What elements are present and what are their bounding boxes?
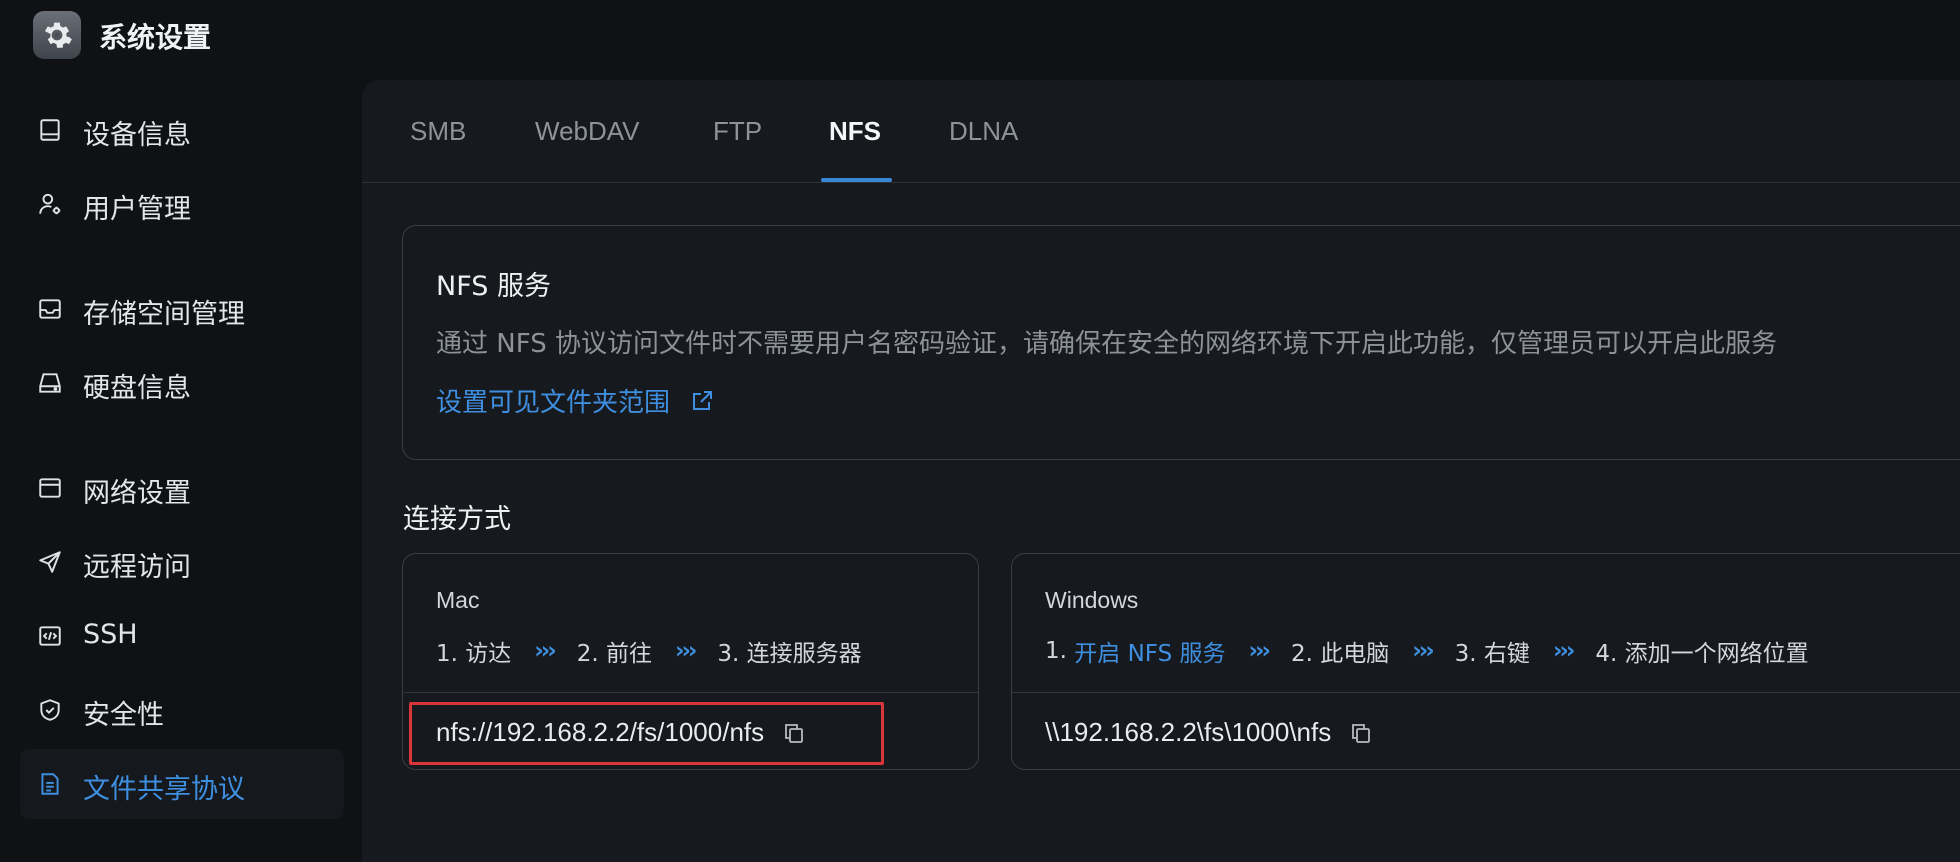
tab-ftp[interactable]: FTP: [713, 116, 762, 147]
sidebar-item-label: SSH: [83, 619, 138, 650]
code-icon: [36, 622, 64, 650]
chevrons-right-icon: ›››: [1552, 638, 1576, 664]
sidebar-item-label: 设备信息: [83, 120, 191, 151]
card-divider: [403, 692, 978, 693]
mac-os-label: Mac: [436, 587, 480, 613]
storage-icon: [36, 295, 64, 323]
mac-step: 1. 访达: [436, 641, 512, 667]
sidebar-item-device-info[interactable]: 设备信息: [20, 95, 344, 165]
tab-dlna[interactable]: DLNA: [949, 116, 1018, 147]
enable-nfs-link[interactable]: 开启 NFS 服务: [1074, 634, 1225, 668]
service-description: 通过 NFS 协议访问文件时不需要用户名密码验证，请确保在安全的网络环境下开启此…: [436, 329, 1777, 359]
network-icon: [36, 474, 64, 502]
visible-folders-link-label: 设置可见文件夹范围: [436, 388, 671, 418]
windows-step: 3. 右键: [1454, 641, 1530, 667]
sidebar-item-label: 用户管理: [83, 194, 191, 225]
windows-connection-card: Windows 1. 开启 NFS 服务 ››› 2. 此电脑 ››› 3. 右…: [1011, 553, 1960, 770]
windows-steps: 1. 开启 NFS 服务 ››› 2. 此电脑 ››› 3. 右键 ››› 4.…: [1045, 634, 1809, 668]
sidebar-item-label: 硬盘信息: [83, 373, 191, 404]
windows-step: 2. 此电脑: [1290, 641, 1390, 667]
sidebar-item-label: 网络设置: [83, 478, 191, 509]
sidebar-item-label: 文件共享协议: [83, 774, 245, 805]
sidebar-item-user-management[interactable]: 用户管理: [20, 169, 344, 239]
sidebar: 设备信息 用户管理 存储空间管理 硬盘信息 网络设置 远程访问 SSH 安全性 …: [0, 68, 360, 862]
card-divider: [1012, 692, 1960, 693]
chevrons-right-icon: ›››: [674, 638, 698, 664]
send-icon: [36, 548, 64, 576]
visible-folders-link[interactable]: 设置可见文件夹范围: [436, 382, 714, 419]
chevrons-right-icon: ›››: [1248, 638, 1272, 664]
sidebar-item-file-sharing[interactable]: 文件共享协议: [20, 749, 344, 819]
external-link-icon: [690, 389, 714, 413]
windows-os-label: Windows: [1045, 587, 1139, 613]
document-icon: [36, 770, 64, 798]
device-icon: [36, 116, 64, 144]
service-title: NFS 服务: [436, 271, 551, 302]
sidebar-item-remote-access[interactable]: 远程访问: [20, 527, 344, 597]
sidebar-item-label: 安全性: [83, 700, 164, 731]
sidebar-item-network[interactable]: 网络设置: [20, 453, 344, 523]
title-bar: 系统设置: [0, 0, 1960, 68]
sidebar-item-ssh[interactable]: SSH: [20, 601, 344, 671]
app-title: 系统设置: [99, 21, 212, 54]
mac-steps: 1. 访达 ››› 2. 前往 ››› 3. 连接服务器: [436, 634, 862, 668]
sidebar-item-security[interactable]: 安全性: [20, 675, 344, 745]
copy-icon[interactable]: [1349, 721, 1373, 745]
mac-step: 2. 前往: [576, 641, 652, 667]
tab-nfs[interactable]: NFS: [829, 116, 881, 147]
annotation-highlight-box: [409, 702, 884, 765]
tab-smb[interactable]: SMB: [410, 116, 466, 147]
chevrons-right-icon: ›››: [534, 638, 557, 664]
active-tab-indicator: [821, 178, 892, 182]
shield-icon: [36, 696, 64, 724]
mac-step: 3. 连接服务器: [717, 641, 862, 667]
sidebar-item-label: 存储空间管理: [83, 299, 245, 330]
sidebar-item-label: 远程访问: [83, 552, 191, 583]
connection-section-title: 连接方式: [403, 504, 511, 535]
windows-step: 4. 添加一个网络位置: [1595, 641, 1809, 667]
protocol-tabs: SMB WebDAV FTP NFS DLNA: [362, 80, 1960, 183]
sidebar-item-disk-info[interactable]: 硬盘信息: [20, 348, 344, 418]
windows-step-prefix: 1.: [1045, 638, 1075, 664]
chevrons-right-icon: ›››: [1412, 638, 1435, 664]
tab-webdav[interactable]: WebDAV: [535, 116, 640, 147]
user-settings-icon: [36, 190, 64, 218]
nfs-service-card: NFS 服务 通过 NFS 协议访问文件时不需要用户名密码验证，请确保在安全的网…: [402, 225, 1960, 460]
gear-icon: [33, 11, 81, 59]
windows-address: \\192.168.2.2\fs\1000\nfs: [1045, 717, 1373, 748]
windows-address-text: \\192.168.2.2\fs\1000\nfs: [1045, 717, 1332, 747]
disk-icon: [36, 369, 64, 397]
sidebar-item-storage[interactable]: 存储空间管理: [20, 274, 344, 344]
